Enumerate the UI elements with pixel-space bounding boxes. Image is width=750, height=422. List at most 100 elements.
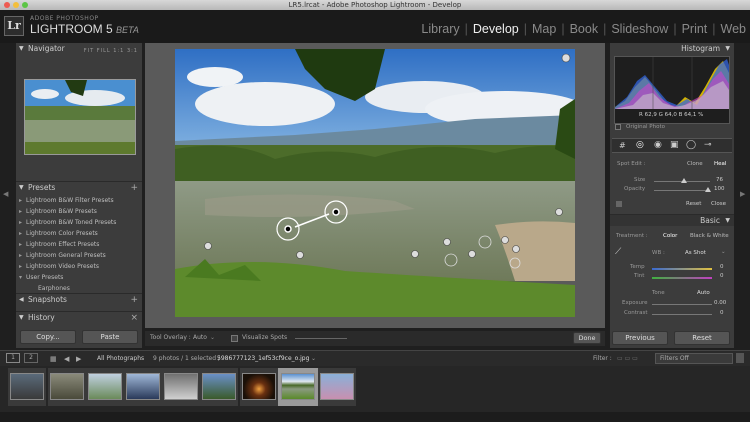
filmstrip (0, 366, 750, 412)
opacity-slider[interactable] (654, 190, 710, 191)
film-thumbnail[interactable] (164, 373, 198, 400)
navigator-zoom-options[interactable]: FIT FILL 1:1 3:1 (84, 45, 138, 57)
module-library[interactable]: Library (421, 22, 459, 36)
module-web[interactable]: Web (721, 22, 746, 36)
module-separator: | (464, 22, 468, 36)
tool-overlay-select[interactable]: Auto (193, 334, 207, 341)
preset-folder[interactable]: Lightroom Video Presets (19, 263, 99, 270)
previous-button[interactable]: Previous (612, 331, 668, 345)
module-map[interactable]: Map (532, 22, 556, 36)
lightroom-logo: Lr (4, 16, 24, 36)
module-print[interactable]: Print (682, 22, 708, 36)
size-label: Size (634, 177, 646, 183)
wb-select[interactable]: As Shot (685, 250, 706, 256)
preset-folder[interactable]: Lightroom Effect Presets (19, 241, 99, 248)
filter-select[interactable]: Filters Off (655, 353, 733, 364)
preset-folder[interactable]: Lightroom B&W Toned Presets (19, 219, 116, 226)
preset-item[interactable]: Earphones (38, 285, 70, 292)
original-photo-checkbox[interactable] (615, 124, 621, 130)
collapse-triangle-icon: ▼ (19, 314, 24, 321)
film-thumbnail[interactable] (50, 373, 84, 400)
crop-tool-icon[interactable]: # (619, 141, 626, 150)
secondary-window-button[interactable]: 2 (24, 353, 38, 363)
grid-view-icon[interactable]: ▦ (50, 355, 57, 363)
forward-arrow-icon[interactable]: ▶ (76, 355, 81, 363)
film-thumbnail[interactable] (202, 373, 236, 400)
tool-enable-switch[interactable] (616, 201, 622, 207)
red-eye-tool-icon[interactable]: ◉ (654, 140, 662, 150)
treatment-bw-button[interactable]: Black & White (690, 233, 729, 239)
visualize-spots-slider[interactable] (295, 338, 347, 339)
reset-button[interactable]: Reset (674, 331, 730, 345)
histogram-header[interactable]: Histogram ▼ (610, 43, 734, 55)
snapshots-header[interactable]: ◀ Snapshots + (16, 293, 142, 305)
exposure-value[interactable]: 0.00 (714, 300, 726, 306)
original-photo-label: Original Photo (626, 124, 665, 130)
left-panel-toggle-icon[interactable]: ◀ (3, 190, 8, 198)
histogram[interactable]: R 62,9 G 64,0 B 64,1 % (614, 56, 730, 124)
filmstrip-source[interactable]: All Photographs (97, 355, 144, 362)
basic-header[interactable]: Basic ▼ (610, 214, 734, 226)
radial-filter-icon[interactable]: ◯ (686, 140, 696, 150)
adjustment-brush-icon[interactable]: ⊸ (704, 140, 712, 150)
temp-value[interactable]: 0 (720, 264, 724, 270)
heal-mode-button[interactable]: Heal (714, 161, 726, 167)
size-slider-knob[interactable] (681, 178, 687, 183)
contrast-slider[interactable] (652, 314, 712, 315)
temp-slider[interactable] (652, 268, 712, 270)
paste-settings-button[interactable]: Paste (82, 330, 138, 344)
graduated-filter-icon[interactable]: ▣ (670, 140, 679, 150)
module-slideshow[interactable]: Slideshow (611, 22, 668, 36)
module-book[interactable]: Book (570, 22, 599, 36)
treatment-color-button[interactable]: Color (663, 233, 677, 239)
clone-mode-button[interactable]: Clone (687, 161, 703, 167)
film-thumbnail[interactable] (242, 373, 276, 400)
done-button[interactable]: Done (573, 332, 601, 344)
film-thumbnail[interactable] (320, 373, 354, 400)
filmstrip-filename[interactable]: 5986777123_1ef53cf9ce_o.jpg (217, 355, 309, 362)
film-thumbnail[interactable] (10, 373, 44, 400)
filter-label: Filter : (593, 355, 612, 362)
back-arrow-icon[interactable]: ◀ (64, 355, 69, 363)
spot-close-button[interactable]: Close (711, 201, 726, 207)
film-thumbnail-selected[interactable] (281, 373, 315, 400)
navigator-title: Navigator (28, 44, 65, 53)
tint-slider[interactable] (652, 277, 712, 279)
presets-header[interactable]: ▼ Presets + (16, 181, 142, 193)
exposure-slider[interactable] (652, 304, 712, 305)
brand-name: LIGHTROOM 5 (30, 22, 113, 36)
auto-tone-button[interactable]: Auto (697, 290, 710, 296)
treatment-label: Treatment : (616, 233, 648, 239)
contrast-value[interactable]: 0 (720, 310, 724, 316)
module-develop[interactable]: Develop (473, 22, 519, 36)
tint-value[interactable]: 0 (720, 273, 724, 279)
film-thumbnail[interactable] (126, 373, 160, 400)
spot-reset-button[interactable]: Reset (686, 201, 701, 207)
opacity-value[interactable]: 100 (714, 186, 725, 192)
history-header[interactable]: ▼ History × (16, 311, 142, 323)
preset-folder[interactable]: Lightroom General Presets (19, 252, 106, 259)
navigator-header[interactable]: ▼ Navigator FIT FILL 1:1 3:1 (16, 43, 142, 55)
preset-folder[interactable]: Lightroom B&W Presets (19, 208, 97, 215)
beta-label: BETA (116, 25, 139, 35)
film-thumbnail[interactable] (88, 373, 122, 400)
visualize-spots-checkbox[interactable] (231, 335, 238, 342)
size-value[interactable]: 76 (716, 177, 723, 183)
copy-settings-button[interactable]: Copy... (20, 330, 76, 344)
filter-preset-icons[interactable]: ▭ ▭ ▭ (617, 355, 638, 362)
preset-folder[interactable]: Lightroom B&W Filter Presets (19, 197, 114, 204)
preset-folder-user[interactable]: User Presets (19, 274, 64, 281)
spot-removal-tool-icon[interactable]: ◎ (636, 140, 644, 150)
presets-title: Presets (28, 183, 56, 192)
right-panel-toggle-icon[interactable]: ▶ (740, 190, 745, 198)
opacity-slider-knob[interactable] (705, 187, 711, 192)
clear-history-icon[interactable]: × (130, 312, 138, 324)
navigator-preview[interactable] (24, 79, 136, 155)
add-snapshot-icon[interactable]: + (130, 294, 138, 306)
primary-window-button[interactable]: 1 (6, 353, 20, 363)
main-photo[interactable] (175, 49, 575, 317)
module-tabs: Library | Develop | Map | Book | Slideshow | … (421, 22, 746, 36)
preset-folder[interactable]: Lightroom Color Presets (19, 230, 98, 237)
white-balance-picker-icon[interactable]: ⟋ (615, 247, 621, 257)
filter-lock-icon[interactable] (736, 353, 744, 363)
